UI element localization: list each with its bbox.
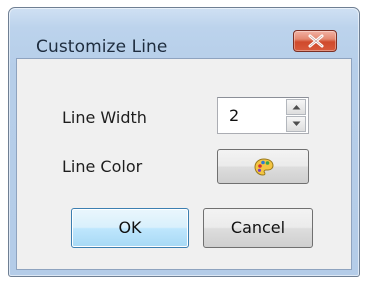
line-color-button[interactable] [217,149,309,184]
line-color-label: Line Color [62,157,143,176]
spin-down-button[interactable] [286,116,306,132]
customize-line-dialog: Customize Line Line Width 2 Line Color O… [8,7,360,277]
chevron-down-icon [292,121,301,126]
title-bar[interactable]: Customize Line [9,8,359,58]
line-width-spinner[interactable]: 2 [217,97,309,134]
cancel-button[interactable]: Cancel [203,208,313,248]
line-width-value[interactable]: 2 [229,106,239,125]
close-button[interactable] [293,30,337,52]
line-width-label: Line Width [62,108,147,127]
chevron-up-icon [292,105,301,110]
palette-icon [254,158,274,176]
dialog-body: Line Width 2 Line Color OK Cancel [16,58,352,270]
close-x-icon [308,34,324,48]
dialog-title: Customize Line [36,37,168,57]
ok-button[interactable]: OK [71,208,189,248]
spin-up-button[interactable] [286,99,306,115]
